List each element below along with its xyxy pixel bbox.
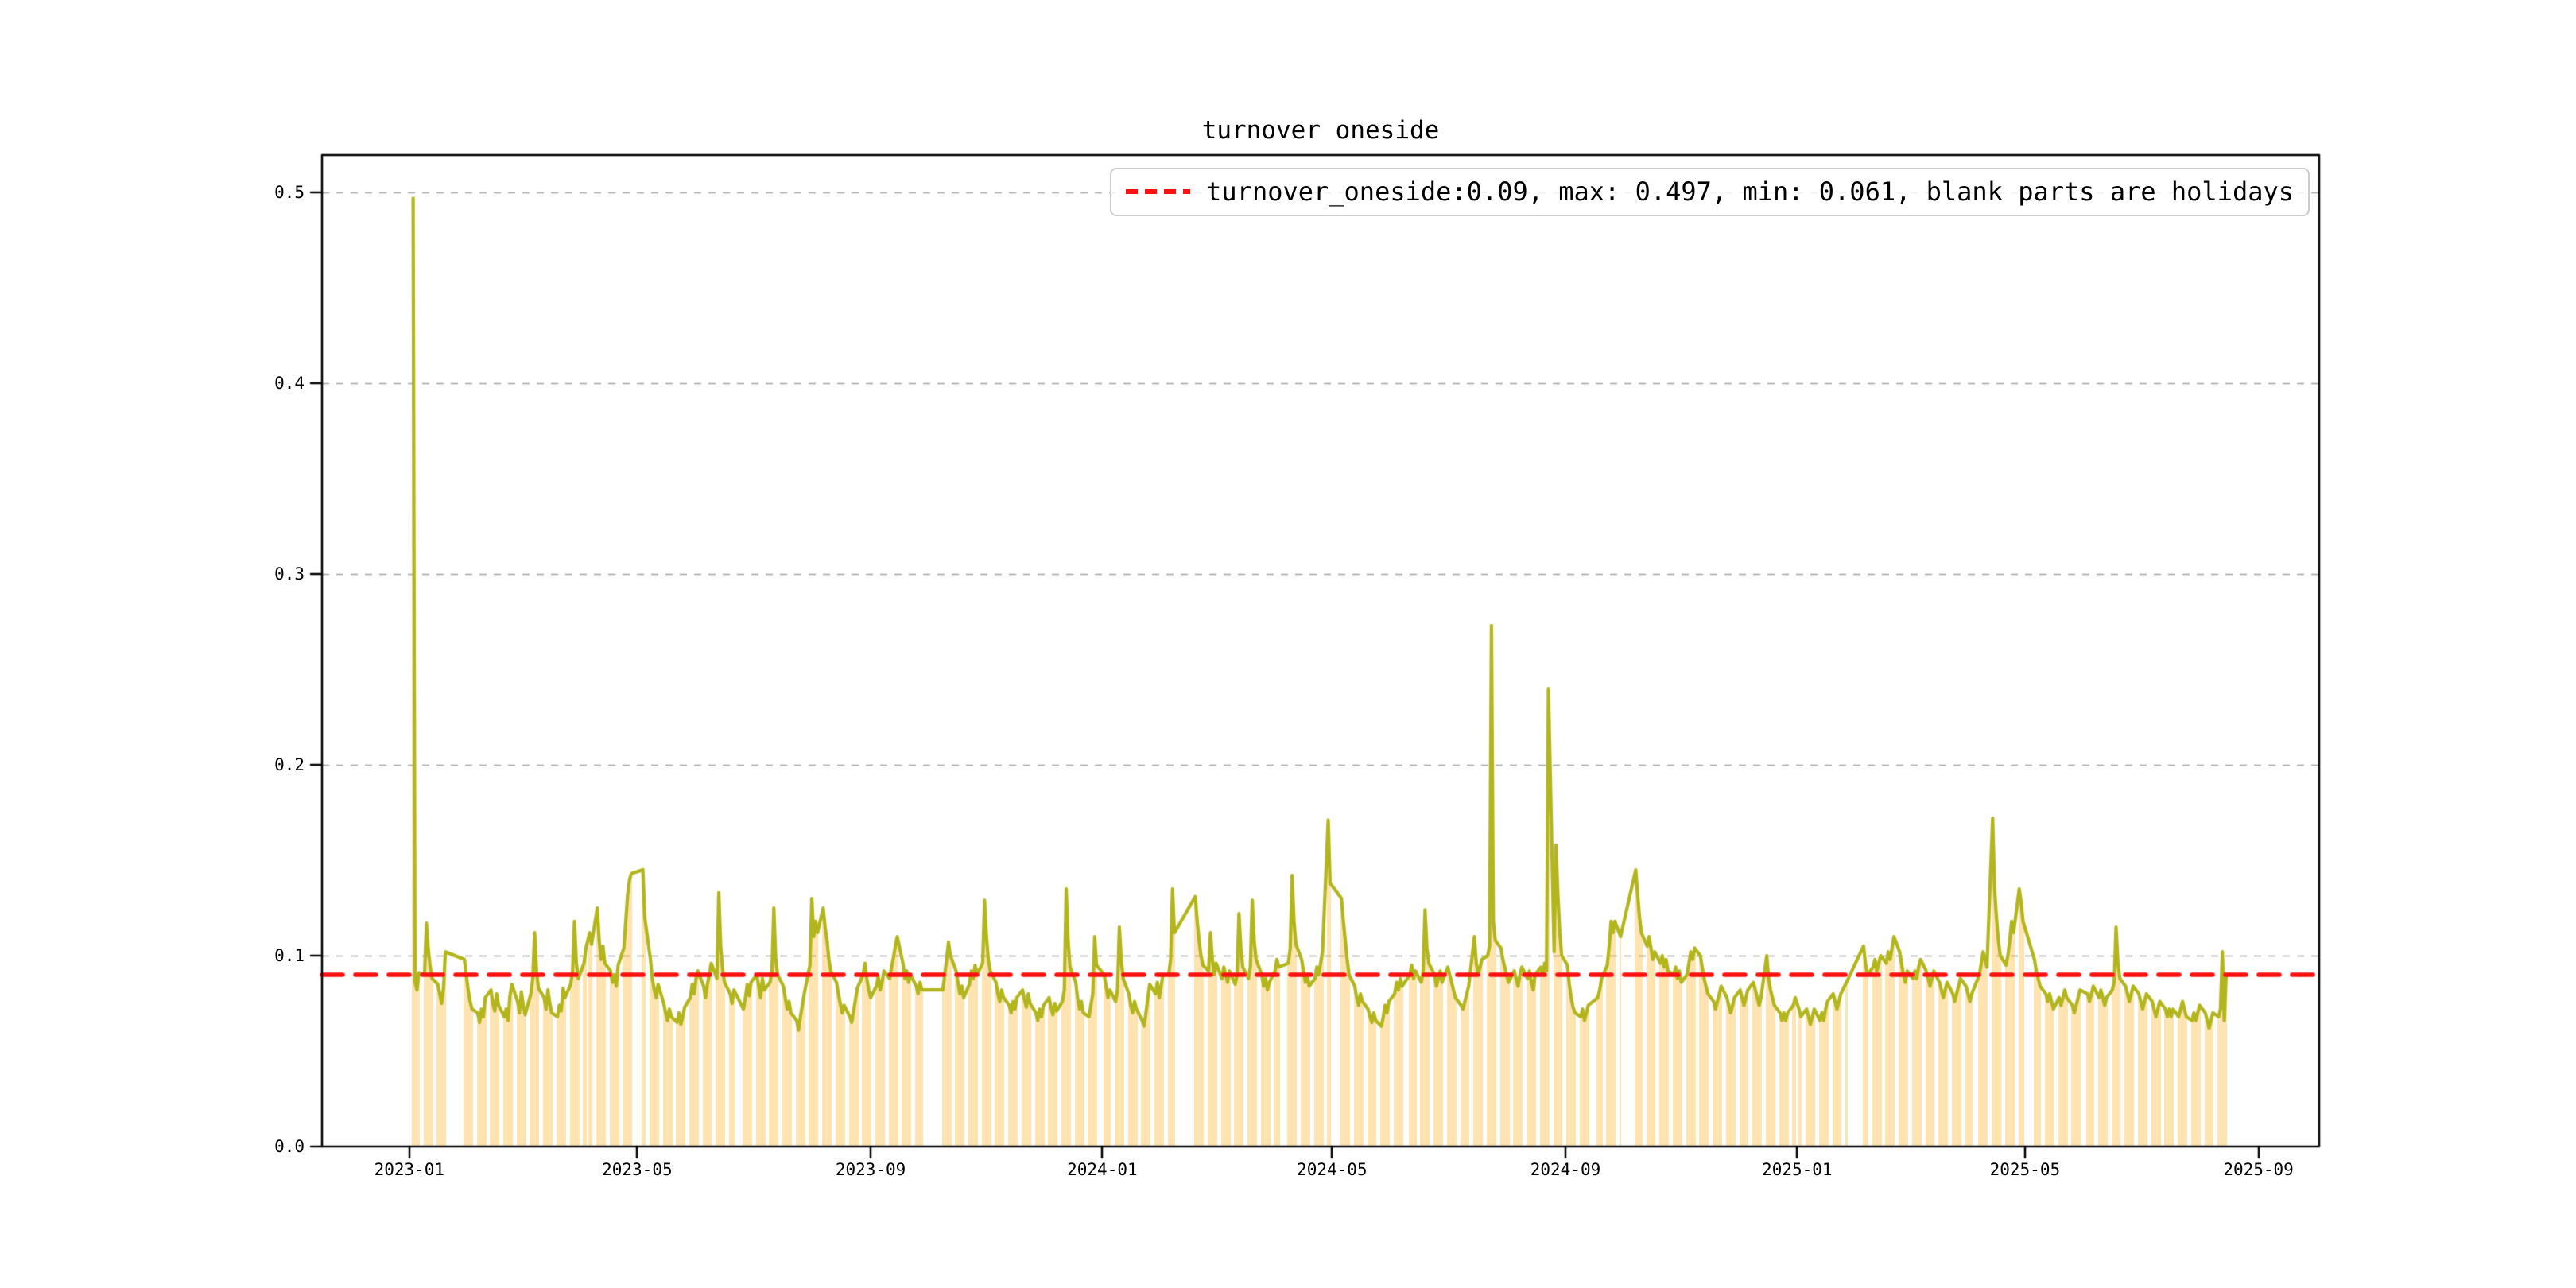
x-tick-label: 2025-09 bbox=[2223, 1160, 2294, 1179]
y-tick-label: 0.5 bbox=[274, 183, 305, 203]
y-tick-label: 0.1 bbox=[274, 946, 305, 965]
y-tick-label: 0.3 bbox=[274, 564, 305, 584]
y-tick-label: 0.4 bbox=[274, 374, 305, 394]
x-tick-label: 2024-09 bbox=[1530, 1160, 1601, 1179]
x-tick-label: 2024-01 bbox=[1067, 1160, 1138, 1179]
legend-label: turnover_oneside:0.09, max: 0.497, min: … bbox=[1206, 177, 2294, 207]
x-tick-label: 2025-05 bbox=[1989, 1160, 2061, 1179]
y-tick-label: 0.0 bbox=[274, 1137, 305, 1156]
legend-dashed-line-marker bbox=[1126, 189, 1191, 194]
chart-title: turnover oneside bbox=[1201, 116, 1440, 145]
x-tick-label: 2025-01 bbox=[1762, 1160, 1833, 1179]
x-tick-label: 2023-05 bbox=[602, 1160, 673, 1179]
legend: turnover_oneside:0.09, max: 0.497, min: … bbox=[1110, 168, 2310, 216]
x-tick-label: 2023-09 bbox=[835, 1160, 906, 1179]
x-tick-label: 2023-01 bbox=[374, 1160, 445, 1179]
x-tick-label: 2024-05 bbox=[1297, 1160, 1368, 1179]
figure: turnover oneside 0.0 0.1 0.2 0.3 0.4 0.5 2023… bbox=[0, 0, 2576, 1288]
y-tick-label: 0.2 bbox=[274, 755, 305, 774]
